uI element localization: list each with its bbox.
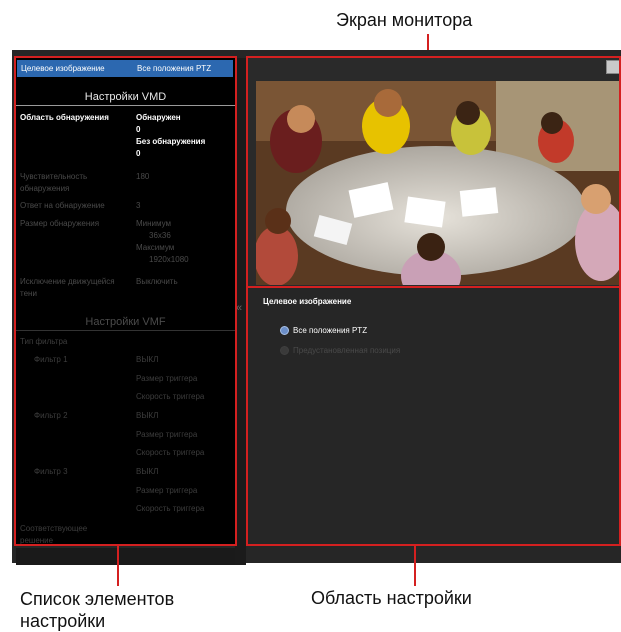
settings-list-highlight [14,56,237,546]
setting-area-highlight [246,286,621,546]
settings-list-footer [16,548,235,565]
callout-line-settings-list [117,546,119,586]
monitor-screen-highlight [246,56,621,288]
callout-line-monitor [427,34,429,50]
callout-line-setting-area [414,546,416,586]
callout-monitor-screen: Экран монитора [336,10,473,30]
callout-setting-area: Область настройки [311,588,472,608]
callout-settings-list: Список элементов настройки [20,589,175,631]
